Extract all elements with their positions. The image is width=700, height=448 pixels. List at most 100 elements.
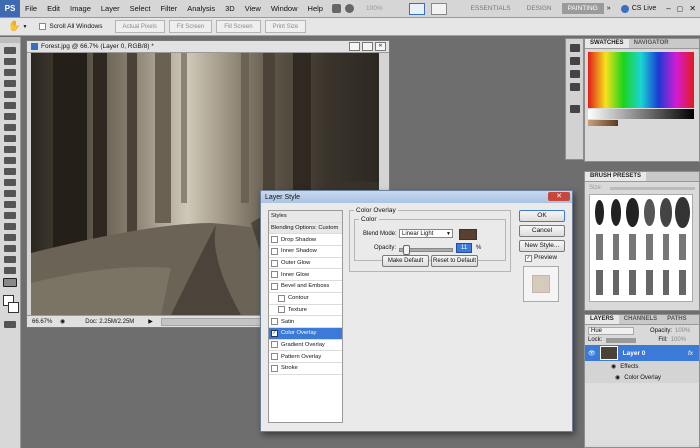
history-panel-icon[interactable] bbox=[569, 44, 580, 52]
layer-fx-icon[interactable]: fx bbox=[688, 350, 693, 357]
menu-file[interactable]: File bbox=[20, 4, 42, 13]
hand-tool-icon[interactable]: ✋ bbox=[8, 21, 20, 32]
zoom-mini-icon[interactable] bbox=[344, 4, 354, 13]
brush-tip-icon[interactable] bbox=[595, 200, 604, 226]
eyedropper-tool-icon[interactable] bbox=[4, 102, 16, 109]
shape-tool-icon[interactable] bbox=[4, 234, 16, 241]
tab-swatches[interactable]: SWATCHES bbox=[585, 39, 629, 48]
inner-glow-checkbox[interactable] bbox=[271, 271, 278, 279]
tools-grip[interactable] bbox=[0, 37, 20, 43]
style-item-satin[interactable]: Satin bbox=[269, 316, 342, 328]
menu-select[interactable]: Select bbox=[125, 4, 156, 13]
tab-layers[interactable]: LAYERS bbox=[585, 315, 619, 324]
dialog-close-icon[interactable]: ✕ bbox=[548, 192, 570, 201]
move-tool-icon[interactable] bbox=[4, 47, 16, 54]
bevel-checkbox[interactable] bbox=[271, 282, 278, 290]
menu-edit[interactable]: Edit bbox=[42, 4, 65, 13]
crop-tool-icon[interactable] bbox=[4, 91, 16, 98]
style-item-drop-shadow[interactable]: Drop Shadow bbox=[269, 234, 342, 247]
brush-tip-icon[interactable] bbox=[662, 234, 670, 260]
minimize-app-icon[interactable]: – bbox=[666, 4, 670, 13]
tab-paths[interactable]: PATHS bbox=[662, 315, 691, 324]
brush-grid[interactable] bbox=[589, 194, 693, 302]
blend-mode-select[interactable]: Linear Light ▼ bbox=[399, 229, 453, 238]
style-item-blending[interactable]: Blending Options: Custom bbox=[269, 222, 342, 235]
hand-tool-side-icon[interactable] bbox=[4, 267, 16, 274]
menu-analysis[interactable]: Analysis bbox=[182, 4, 220, 13]
zoom-tool-icon[interactable] bbox=[3, 278, 17, 287]
scroll-all-checkbox[interactable] bbox=[39, 23, 47, 30]
satin-checkbox[interactable] bbox=[271, 318, 278, 326]
tab-brush-presets[interactable]: BRUSH PRESETS bbox=[585, 172, 647, 181]
brush-tip-icon[interactable] bbox=[612, 269, 620, 295]
brush-tip-icon[interactable] bbox=[612, 234, 620, 260]
effect-color-overlay-row[interactable]: ◉ Color Overlay bbox=[585, 372, 699, 383]
effects-eye-icon[interactable]: ◉ bbox=[611, 363, 616, 370]
style-item-outer-glow[interactable]: Outer Glow bbox=[269, 258, 342, 270]
stroke-checkbox[interactable] bbox=[271, 364, 278, 372]
menu-window[interactable]: Window bbox=[266, 4, 303, 13]
new-style-button[interactable]: New Style... bbox=[519, 240, 565, 252]
document-tab[interactable]: Forest.jpg @ 66.7% (Layer 0, RGB/8) * ✕ bbox=[27, 41, 389, 53]
pen-tool-icon[interactable] bbox=[4, 201, 16, 208]
menu-3d[interactable]: 3D bbox=[220, 4, 240, 13]
dodge-tool-icon[interactable] bbox=[4, 190, 16, 197]
doc-maximize-icon[interactable] bbox=[362, 42, 373, 51]
actual-pixels-button[interactable]: Actual Pixels bbox=[114, 20, 165, 33]
zoom-readout[interactable]: 100% bbox=[366, 5, 383, 12]
brush-panel-icon[interactable] bbox=[569, 105, 580, 113]
workspace-painting[interactable]: PAINTING bbox=[561, 3, 604, 14]
brush-tip-icon[interactable] bbox=[629, 269, 636, 295]
style-item-stroke[interactable]: Stroke bbox=[269, 363, 342, 375]
quick-select-tool-icon[interactable] bbox=[4, 80, 16, 87]
restore-app-icon[interactable]: ▢ bbox=[677, 5, 684, 13]
zoom-field[interactable]: 66.67% bbox=[32, 319, 56, 325]
close-app-icon[interactable]: ✕ bbox=[689, 4, 696, 13]
workspace-menu-icon[interactable]: » bbox=[607, 5, 611, 12]
cslive-button[interactable]: CS Live bbox=[632, 5, 657, 12]
menu-view[interactable]: View bbox=[240, 4, 266, 13]
reset-default-button[interactable]: Reset to Default bbox=[431, 255, 478, 267]
healing-tool-icon[interactable] bbox=[4, 113, 16, 120]
clone-stamp-tool-icon[interactable] bbox=[4, 135, 16, 142]
layer-name[interactable]: Layer 0 bbox=[623, 350, 646, 357]
marquee-tool-icon[interactable] bbox=[4, 58, 16, 65]
preview-checkbox[interactable]: ✓ bbox=[525, 255, 532, 262]
opacity-slider-track[interactable] bbox=[399, 245, 453, 255]
quick-mask-icon[interactable] bbox=[4, 321, 16, 328]
overlay-color-swatch[interactable] bbox=[459, 229, 477, 240]
brush-tip-icon[interactable] bbox=[626, 198, 639, 228]
screen-mode-icon[interactable] bbox=[430, 2, 447, 15]
brush-tip-icon[interactable] bbox=[646, 269, 653, 295]
fill-field[interactable]: 100% bbox=[671, 337, 686, 343]
swatch-grays[interactable] bbox=[588, 109, 694, 119]
drop-shadow-checkbox[interactable] bbox=[271, 236, 278, 244]
doc-close-icon[interactable]: ✕ bbox=[375, 42, 386, 51]
pattern-overlay-checkbox[interactable] bbox=[271, 353, 278, 361]
workspace-design[interactable]: DESIGN bbox=[521, 3, 558, 14]
lock-icons[interactable] bbox=[606, 337, 637, 343]
texture-checkbox[interactable] bbox=[278, 306, 285, 314]
swatch-browns[interactable] bbox=[588, 120, 618, 126]
clone-source-panel-icon[interactable] bbox=[569, 70, 580, 78]
tool-preset-chevron-icon[interactable]: ▼ bbox=[22, 24, 27, 30]
style-item-texture[interactable]: Texture bbox=[269, 305, 342, 317]
style-item-color-overlay[interactable]: ✓ Color Overlay bbox=[269, 327, 342, 340]
style-item-inner-shadow[interactable]: Inner Shadow bbox=[269, 246, 342, 258]
menu-image[interactable]: Image bbox=[65, 4, 96, 13]
effects-row[interactable]: ◉ Effects bbox=[585, 361, 699, 372]
brush-tip-icon[interactable] bbox=[596, 269, 603, 295]
brush-tip-icon[interactable] bbox=[610, 199, 622, 227]
opacity-slider-thumb[interactable] bbox=[403, 245, 410, 255]
brush-tip-icon[interactable] bbox=[679, 269, 686, 295]
layer-row-layer0[interactable]: 👁 Layer 0 fx bbox=[585, 345, 699, 361]
style-item-pattern-overlay[interactable]: Pattern Overlay bbox=[269, 351, 342, 363]
arrange-docs-icon[interactable] bbox=[408, 2, 425, 15]
blur-tool-icon[interactable] bbox=[4, 179, 16, 186]
style-item-gradient-overlay[interactable]: Gradient Overlay bbox=[269, 340, 342, 352]
brush-tip-icon[interactable] bbox=[629, 234, 636, 260]
fill-screen-button[interactable]: Fill Screen bbox=[216, 20, 261, 33]
make-default-button[interactable]: Make Default bbox=[382, 255, 429, 267]
brush-tool-icon[interactable] bbox=[4, 124, 16, 131]
inner-shadow-checkbox[interactable] bbox=[271, 247, 278, 255]
